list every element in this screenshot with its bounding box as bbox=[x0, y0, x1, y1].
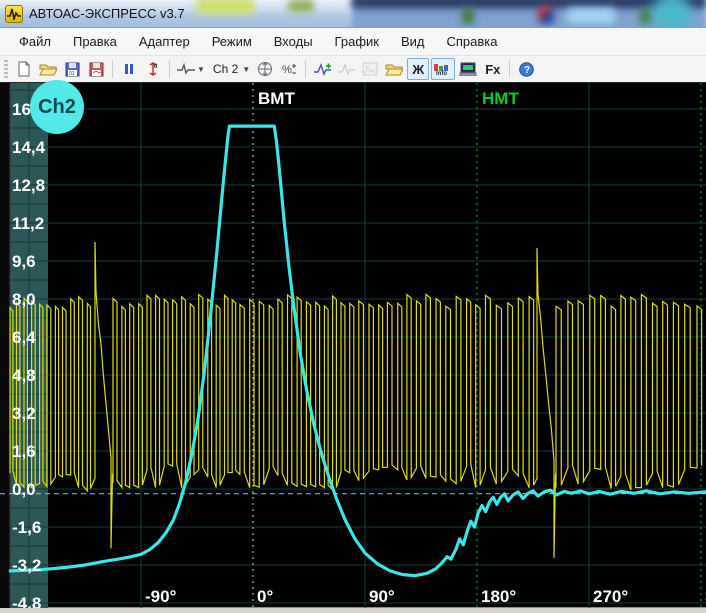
menu-item-2[interactable]: Правка bbox=[62, 30, 128, 53]
y-tick-label: 0,0 bbox=[12, 480, 36, 499]
remove-graph-icon bbox=[338, 63, 355, 76]
percent-scale-button[interactable]: % bbox=[278, 58, 300, 80]
title-bar: АВТОАС-ЭКСПРЕСС v3.7 bbox=[0, 0, 706, 28]
menu-item-8[interactable]: Справка bbox=[436, 30, 509, 53]
add-graph-button[interactable] bbox=[311, 58, 333, 80]
app-icon bbox=[5, 5, 23, 23]
floppy-blue-icon: 01 bbox=[65, 62, 80, 77]
y-tick-label: 3,2 bbox=[12, 404, 36, 423]
left-margin bbox=[0, 83, 10, 608]
add-graph-icon bbox=[314, 63, 331, 76]
marker-zh-label: Ж bbox=[410, 62, 426, 77]
info-button[interactable]: Info bbox=[431, 58, 455, 80]
percent-scale-icon: % bbox=[281, 62, 297, 76]
remove-graph-button bbox=[335, 58, 357, 80]
toolbar-separator bbox=[169, 60, 170, 78]
x-tick-label: 180° bbox=[481, 587, 516, 606]
new-document-icon bbox=[16, 61, 32, 77]
save-blue-button[interactable]: 01 bbox=[61, 58, 83, 80]
help-icon: ? bbox=[519, 62, 534, 77]
svg-text:01: 01 bbox=[69, 71, 75, 77]
channel-badge[interactable]: Ch2 bbox=[30, 80, 84, 134]
auto-fit-button[interactable] bbox=[254, 58, 276, 80]
y-tick-label: 6,4 bbox=[12, 328, 36, 347]
menu-item-6[interactable]: График bbox=[324, 30, 390, 53]
chart-plot[interactable]: 16,014,412,811,29,68,06,44,83,21,60,0-1,… bbox=[0, 83, 706, 608]
app-window: АВТОАС-ЭКСПРЕСС v3.7 ФайлПравкаАдаптерРе… bbox=[0, 0, 706, 613]
menu-item-3[interactable]: Адаптер bbox=[128, 30, 201, 53]
open-file-button[interactable] bbox=[37, 58, 59, 80]
y-tick-label: -3,2 bbox=[12, 556, 41, 575]
menu-item-7[interactable]: Вид bbox=[390, 30, 436, 53]
screen-button[interactable] bbox=[457, 58, 479, 80]
svg-text:?: ? bbox=[524, 65, 530, 76]
zero-level-button[interactable]: 0 bbox=[142, 58, 164, 80]
oscilloscope-chart[interactable]: Ch2 16,014,412,811,29,68,06,44,83,21,60,… bbox=[0, 82, 706, 607]
pause-icon bbox=[123, 63, 135, 75]
image-button bbox=[359, 58, 381, 80]
y-tick-label: 8,0 bbox=[12, 290, 36, 309]
toolbar-separator bbox=[509, 60, 510, 78]
fx-label: Fx bbox=[483, 62, 502, 77]
toolbar: 010▼Ch 2▼%ЖInfoFx? bbox=[0, 56, 706, 82]
y-tick-label: -1,6 bbox=[12, 518, 41, 537]
info-icon: Info bbox=[433, 62, 453, 76]
x-tick-label: 0° bbox=[257, 587, 273, 606]
toolbar-separator bbox=[305, 60, 306, 78]
menu-item-1[interactable]: Файл bbox=[8, 30, 62, 53]
svg-text:%: % bbox=[282, 64, 292, 76]
signal-select-button[interactable]: ▼ bbox=[175, 58, 207, 80]
y-tick-label: 11,2 bbox=[12, 214, 44, 233]
fit-scale-icon bbox=[257, 61, 273, 77]
svg-text:0: 0 bbox=[154, 64, 158, 70]
zero-level-icon: 0 bbox=[146, 62, 160, 76]
marker-zh-button[interactable]: Ж bbox=[407, 58, 429, 80]
svg-text:Info: Info bbox=[436, 71, 447, 76]
y-tick-label: -4,8 bbox=[12, 594, 41, 608]
help-button[interactable]: ? bbox=[515, 58, 537, 80]
save-red-button[interactable] bbox=[85, 58, 107, 80]
channel-select-button[interactable]: Ch 2▼ bbox=[209, 58, 252, 80]
ignition-trace bbox=[10, 242, 702, 558]
channel-select-label: Ch 2 bbox=[211, 62, 240, 76]
window-title: АВТОАС-ЭКСПРЕСС v3.7 bbox=[29, 6, 185, 21]
y-tick-label: 1,6 bbox=[12, 442, 36, 461]
x-tick-label: -90° bbox=[145, 587, 177, 606]
marker-label-0: ВМТ bbox=[258, 89, 295, 108]
y-tick-label: 9,6 bbox=[12, 252, 36, 271]
menu-bar: ФайлПравкаАдаптерРежимВходыГрафикВидСпра… bbox=[0, 28, 706, 56]
x-tick-label: 270° bbox=[593, 587, 628, 606]
new-document-button[interactable] bbox=[13, 58, 35, 80]
x-tick-label: 90° bbox=[369, 587, 395, 606]
menu-item-4[interactable]: Режим bbox=[201, 30, 263, 53]
y-tick-label: 4,8 bbox=[12, 366, 36, 385]
open-folder-icon bbox=[39, 62, 57, 76]
chevron-down-icon: ▼ bbox=[197, 65, 205, 74]
pressure-trace bbox=[10, 126, 706, 576]
pause-button[interactable] bbox=[118, 58, 140, 80]
fx-button[interactable]: Fx bbox=[481, 58, 504, 80]
marker-label-1: НМТ bbox=[482, 89, 519, 108]
waveform-icon bbox=[177, 63, 195, 75]
open-graph-button[interactable] bbox=[383, 58, 405, 80]
chevron-down-icon: ▼ bbox=[242, 65, 250, 74]
toolbar-separator bbox=[112, 60, 113, 78]
y-tick-label: 14,4 bbox=[12, 138, 46, 157]
open-graph-icon bbox=[385, 62, 403, 76]
y-tick-label: 12,8 bbox=[12, 176, 45, 195]
toolbar-grip[interactable] bbox=[4, 60, 8, 78]
menu-item-5[interactable]: Входы bbox=[263, 30, 324, 53]
image-icon bbox=[362, 62, 378, 76]
screen-icon bbox=[459, 62, 477, 76]
floppy-red-icon bbox=[89, 62, 104, 77]
